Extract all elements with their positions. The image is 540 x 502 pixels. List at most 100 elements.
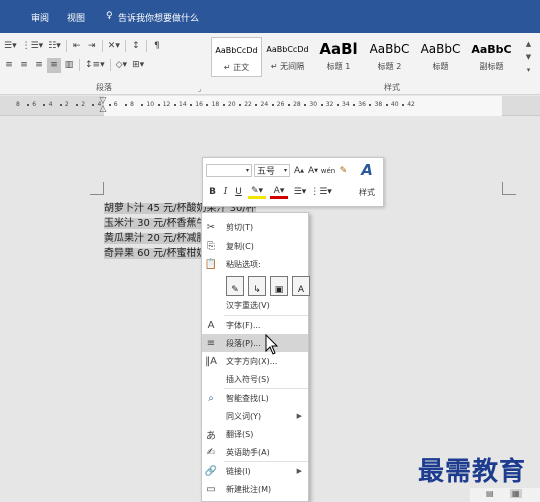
- style-heading-2[interactable]: AaBbC 标题 2: [364, 37, 415, 77]
- bullets-icon[interactable]: ☰▾: [291, 185, 309, 199]
- ruler-dot: [369, 104, 372, 106]
- sort-icon[interactable]: ↕: [129, 39, 143, 54]
- ruler-tick-label: 28: [293, 101, 301, 108]
- ruler-dot: [92, 104, 95, 106]
- ruler-tick-label: 26: [276, 101, 285, 108]
- highlight-color-icon[interactable]: ✎▾: [248, 185, 266, 199]
- font-color-icon[interactable]: A▾: [270, 185, 288, 199]
- style-subtitle[interactable]: AaBbC 副标题: [466, 37, 517, 77]
- numbering-icon[interactable]: ⋮☰▾: [310, 185, 332, 199]
- style-heading-1[interactable]: AaBl 标题 1: [313, 37, 364, 77]
- font-name-dropdown[interactable]: ▾: [206, 164, 252, 177]
- style-normal[interactable]: AaBbCcDd ↵ 正文: [211, 37, 262, 77]
- ruler-dot: [157, 104, 160, 106]
- ruler-tick-label: 20: [227, 101, 236, 108]
- line-spacing-icon[interactable]: ↕≡▾: [83, 58, 107, 73]
- styles-label[interactable]: 样式: [353, 185, 381, 199]
- ruler-tick-label: 2: [64, 101, 69, 108]
- menu-item-reconvert[interactable]: 汉字重选(V): [202, 296, 308, 314]
- clipboard-icon: 📋: [204, 258, 218, 270]
- styles-icon[interactable]: A: [356, 160, 378, 180]
- shading-icon[interactable]: ◇▾: [114, 58, 129, 73]
- font-size-dropdown[interactable]: 五号 ▾: [254, 164, 290, 177]
- justify-icon[interactable]: ≡: [47, 57, 61, 73]
- tab-view[interactable]: 视图: [67, 11, 85, 24]
- style-no-spacing[interactable]: AaBbCcDd ↵ 无间隔: [262, 37, 313, 77]
- submenu-arrow-icon: ▶: [296, 467, 302, 475]
- decrease-indent-icon[interactable]: ⇤: [70, 39, 84, 54]
- margin-mark: [103, 182, 104, 194]
- paste-merge-formatting-icon[interactable]: ↳: [248, 276, 266, 296]
- menu-item-paragraph[interactable]: ≡ 段落(P)...: [202, 334, 308, 352]
- menu-item-copy[interactable]: ⎘ 复制(C): [202, 237, 308, 255]
- bold-button[interactable]: B: [207, 185, 218, 199]
- font-icon: A: [207, 319, 215, 331]
- link-icon: 🔗: [204, 465, 218, 477]
- show-marks-icon[interactable]: ¶: [150, 39, 164, 54]
- ruler-dot: [141, 104, 144, 106]
- menu-item-smart-lookup[interactable]: ⌕ 智能查找(L): [202, 389, 308, 407]
- comment-icon: ▭: [206, 483, 216, 495]
- align-left-icon[interactable]: ≡: [2, 58, 16, 73]
- paste-text-only-icon[interactable]: A: [292, 276, 310, 296]
- styles-scroll[interactable]: ▲ ▼ ▾: [519, 37, 538, 77]
- tab-review[interactable]: 审阅: [31, 11, 49, 24]
- menu-item-english-assistant[interactable]: ✍ 英语助手(A): [202, 443, 308, 461]
- ruler-tick-label: 24: [260, 101, 269, 108]
- menu-item-paste-options: 📋 粘贴选项:: [202, 255, 308, 273]
- document-line[interactable]: 奇异果 60 元/杯蜜柑奶: [104, 246, 207, 261]
- document-line[interactable]: 玉米汁 30 元/杯香蕉牛: [104, 216, 207, 231]
- grow-font-icon[interactable]: A ▲: [293, 164, 305, 177]
- style-preview: AaBbCcDd: [266, 44, 309, 54]
- distributed-icon[interactable]: ▥: [62, 58, 76, 73]
- copy-icon: ⎘: [207, 240, 215, 252]
- chinese-layout-icon[interactable]: ✕▾: [106, 39, 122, 54]
- numbering-icon[interactable]: ⋮☰▾: [20, 39, 46, 54]
- increase-indent-icon[interactable]: ⇥: [85, 39, 99, 54]
- ruler-dot: [402, 104, 405, 106]
- paste-keep-formatting-icon[interactable]: ✎: [226, 276, 244, 296]
- menu-item-cut[interactable]: ✂ 剪切(T): [202, 218, 308, 236]
- style-preview: AaBbC: [420, 42, 461, 56]
- bullets-icon[interactable]: ☰▾: [2, 39, 19, 54]
- scroll-up-icon[interactable]: ▲: [526, 40, 531, 48]
- menu-item-label: 剪切(T): [226, 222, 254, 232]
- dialog-launcher-icon[interactable]: ⌟: [198, 85, 201, 93]
- scroll-down-icon[interactable]: ▼: [526, 53, 531, 61]
- read-mode-icon[interactable]: ▤: [486, 489, 494, 498]
- ruler-tick-label: 42: [407, 101, 415, 108]
- paste-picture-icon[interactable]: ▣: [270, 276, 288, 296]
- ruler-dot: [76, 104, 79, 106]
- horizontal-ruler[interactable]: ▽ △ 8 6 4 2 2 4 6 8 10 12 14 16 18 20 22 24 26 28 30 32 34 36 3…: [0, 96, 540, 116]
- ruler-dot: [271, 104, 274, 106]
- phonetic-guide-icon[interactable]: wén: [321, 164, 335, 177]
- shrink-font-icon[interactable]: A ▼: [307, 164, 319, 177]
- ruler-dot: [206, 104, 209, 106]
- menu-item-new-comment[interactable]: ▭ 新建批注(M): [202, 480, 308, 498]
- italic-button[interactable]: I: [220, 185, 231, 199]
- group-label-styles: 样式: [384, 83, 400, 92]
- menu-item-synonyms[interactable]: 同义词(Y) ▶: [202, 407, 308, 425]
- multilevel-list-icon[interactable]: ☷▾: [46, 39, 63, 54]
- style-title[interactable]: AaBbC 标题: [415, 37, 466, 77]
- paragraph-row-2: ≡ ≡ ≡ ≡ ▥ ↕≡▾ ◇▾ ⊞▾: [2, 57, 146, 73]
- document-line[interactable]: 黄瓜果汁 20 元/杯减肥: [104, 231, 207, 246]
- borders-icon[interactable]: ⊞▾: [130, 58, 146, 73]
- format-painter-icon[interactable]: ✎: [337, 164, 350, 177]
- menu-item-label: 智能查找(L): [226, 393, 269, 403]
- ruler-dot: [27, 104, 30, 106]
- underline-button[interactable]: U: [233, 185, 244, 199]
- print-layout-icon[interactable]: ▦: [510, 489, 522, 498]
- menu-item-font[interactable]: A 字体(F)...: [202, 316, 308, 334]
- menu-item-translate[interactable]: あ翻译(S): [202, 425, 308, 443]
- menu-item-text-direction[interactable]: ‖A 文字方向(X)...: [202, 352, 308, 370]
- ruler-tick-label: 2: [81, 101, 86, 108]
- tell-me-search[interactable]: 告诉我你想要做什么: [118, 11, 199, 24]
- ruler-tick-label: 8: [130, 101, 134, 108]
- align-center-icon[interactable]: ≡: [17, 58, 31, 73]
- styles-more-icon[interactable]: ▾: [527, 66, 531, 74]
- menu-item-link[interactable]: 🔗 链接(I) ▶: [202, 462, 308, 480]
- style-preview: AaBbC: [369, 42, 410, 56]
- align-right-icon[interactable]: ≡: [32, 58, 46, 73]
- menu-item-insert-symbol[interactable]: 插入符号(S): [202, 370, 308, 388]
